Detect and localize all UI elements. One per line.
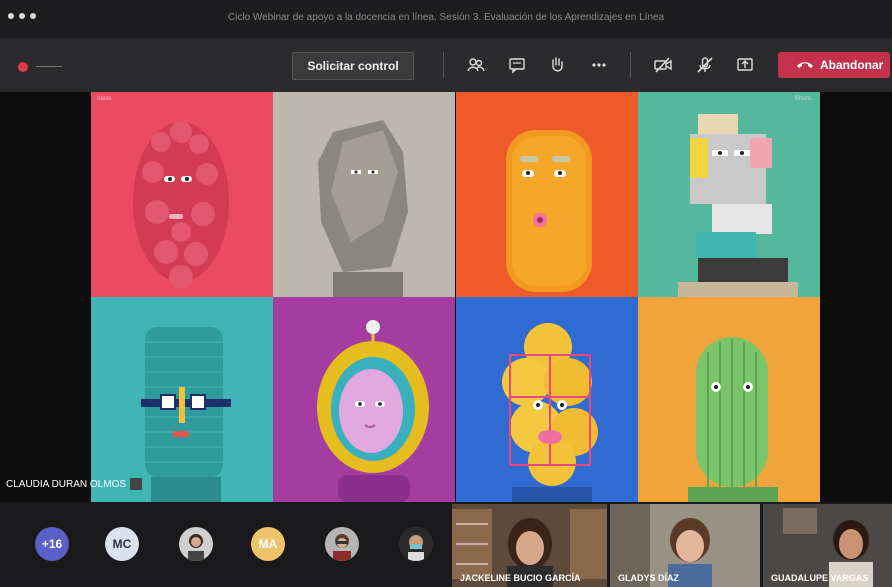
participants-icon[interactable] [467, 56, 485, 74]
participant-avatar-mc[interactable]: MC [105, 527, 139, 561]
teal-cylinder-illustration [141, 327, 231, 502]
share-screen-icon[interactable] [736, 56, 754, 74]
toolbar-divider [443, 52, 444, 78]
leave-button[interactable]: Abandonar [778, 52, 890, 78]
raise-hand-icon[interactable] [548, 56, 566, 74]
green-cactus-illustration [688, 337, 778, 502]
mic-icon [130, 478, 143, 491]
slide-corner-label: Shorts [794, 96, 812, 102]
person-photo-icon [179, 527, 213, 561]
person-photo-icon [399, 527, 433, 561]
balloon-illustration [502, 323, 598, 502]
mic-off-icon[interactable] [696, 56, 714, 74]
grey-rock-illustration [318, 120, 408, 297]
participant-video-name: GLADYS DÍAZ [618, 573, 680, 583]
title-bar: Ciclo Webinar de apoyo a la docencia en … [0, 0, 892, 38]
orange-fuzzy-face [456, 92, 638, 297]
overflow-participants-button[interactable]: +16 [35, 527, 69, 561]
toolbar-divider [630, 52, 631, 78]
teal-cylinder-face [91, 297, 273, 502]
meeting-title: Ciclo Webinar de apoyo a la docencia en … [227, 12, 665, 23]
pink-pom-pom-face: Ideas [91, 92, 273, 297]
balloon-face [456, 297, 638, 502]
recording-divider [36, 66, 62, 67]
astronaut-face [273, 297, 455, 502]
participant-video-name: GUADALUPE VARGAS [771, 573, 869, 583]
presenter-name: CLAUDIA DURAN OLMOS [6, 479, 127, 490]
orange-fuzzy-illustration [506, 130, 592, 292]
participant-avatar-photo[interactable] [325, 527, 359, 561]
person-photo-icon [325, 527, 359, 561]
recording-indicator-icon [18, 62, 28, 72]
meeting-toolbar [0, 38, 892, 92]
camera-off-icon[interactable] [654, 56, 672, 74]
slide-corner-label: Ideas [97, 96, 112, 102]
cubist-illustration [678, 114, 798, 297]
cubist-face: Shorts [638, 92, 820, 297]
leave-button-label: Abandonar [820, 58, 884, 72]
shared-slide: Ideas Shorts [91, 92, 820, 502]
participant-video-name: JACKELINE BUCIO GARCÍA [460, 573, 581, 583]
presenter-name-tag: CLAUDIA DURAN OLMOS [6, 477, 143, 493]
participant-video[interactable]: GUADALUPE VARGAS [763, 504, 892, 587]
request-control-button[interactable]: Solicitar control [292, 52, 414, 80]
astronaut-illustration [317, 320, 429, 502]
grey-rock-face [273, 92, 455, 297]
pink-pom-pom-illustration [133, 121, 229, 289]
phone-hangup-icon [797, 62, 813, 68]
participant-video[interactable]: JACKELINE BUCIO GARCÍA [452, 504, 607, 587]
participant-avatar-ma[interactable]: MA [251, 527, 285, 561]
more-options-icon[interactable] [590, 56, 608, 74]
green-cactus-face [638, 297, 820, 502]
participant-video[interactable]: GLADYS DÍAZ [610, 504, 760, 587]
participant-avatar-photo[interactable] [179, 527, 213, 561]
participant-avatar-photo[interactable] [399, 527, 433, 561]
chat-icon[interactable] [508, 56, 526, 74]
